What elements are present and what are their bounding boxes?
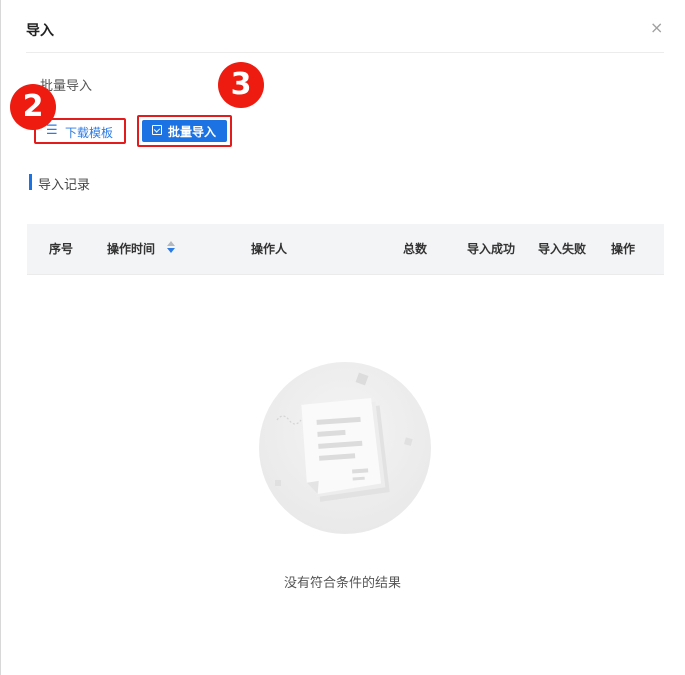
records-title-accent [29,174,32,190]
title-divider [26,52,664,53]
dialog-title: 导入 [26,23,54,39]
batch-import-label: 批量导入 [168,125,217,139]
empty-document-icon [259,362,431,534]
sort-icon[interactable] [167,241,175,255]
column-header-total: 总数 [403,242,428,256]
column-header-operator: 操作人 [251,242,288,256]
column-header-failed: 导入失败 [538,242,587,256]
list-icon: ☰ [46,123,58,138]
step-badge-2: 2 [10,84,56,130]
column-header-action: 操作 [611,242,636,256]
column-header-success: 导入成功 [467,242,516,256]
column-header-time[interactable]: 操作时间 [107,240,155,257]
batch-import-button-fill[interactable]: 批量导入 [142,120,227,142]
records-table-header: 序号 操作时间 操作人 总数 导入成功 导入失败 操作 [27,224,664,275]
import-icon [152,125,162,135]
empty-state-text: 没有符合条件的结果 [283,576,401,591]
download-template-label: 下载模板 [65,126,114,140]
batch-import-button[interactable]: 批量导入 [137,115,232,147]
step-badge-3: 3 [218,62,264,108]
records-title: 导入记录 [38,178,91,193]
close-icon[interactable]: × [650,18,663,38]
import-dialog: 导入 × 批量导入 ☰ 下载模板 批量导入 2 3 导入记录 序号 操作时间 操… [0,0,685,675]
column-header-index: 序号 [49,242,74,256]
